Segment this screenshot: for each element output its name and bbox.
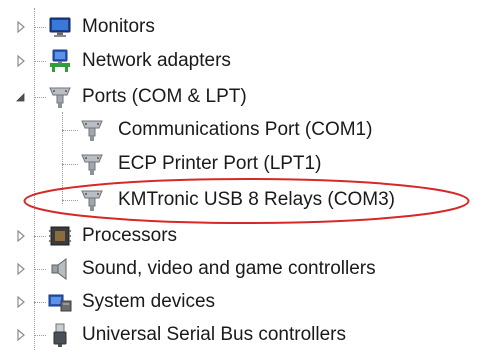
speaker-icon: [51, 258, 67, 280]
tree-item-label: Universal Serial Bus controllers: [82, 324, 346, 345]
system-devices-icon: [48, 294, 72, 312]
tree-item-label: ECP Printer Port (LPT1): [118, 153, 322, 174]
chevron-right-icon[interactable]: [15, 295, 27, 309]
chevron-right-icon[interactable]: [15, 229, 27, 243]
tree-item-label: Ports (COM & LPT): [82, 86, 247, 107]
tree-item-label: Network adapters: [82, 50, 231, 71]
tree-item-label: Communications Port (COM1): [118, 119, 373, 140]
port-connector-icon: [49, 87, 71, 108]
tree-connector-line: [62, 164, 78, 166]
tree-item-label: Processors: [82, 225, 178, 246]
tree-item-monitors[interactable]: Monitors: [0, 10, 220, 44]
device-manager-tree: Monitors Network adapters Ports (COM & L…: [0, 0, 481, 352]
tree-connector-line: [62, 200, 78, 202]
tree-item-system-devices[interactable]: System devices: [0, 285, 260, 319]
tree-item-usb-controllers[interactable]: Universal Serial Bus controllers: [0, 318, 460, 352]
tree-item-com1[interactable]: Communications Port (COM1): [0, 113, 440, 147]
chevron-down-icon[interactable]: [14, 90, 26, 104]
port-connector-icon: [81, 154, 103, 175]
tree-item-label: Sound, video and game controllers: [82, 258, 376, 279]
tree-item-label: System devices: [82, 291, 216, 312]
chevron-right-icon[interactable]: [15, 328, 27, 342]
chevron-right-icon[interactable]: [15, 20, 27, 34]
chevron-right-icon[interactable]: [15, 54, 27, 68]
tree-item-lpt1[interactable]: ECP Printer Port (LPT1): [0, 147, 400, 181]
network-adapter-icon: [50, 49, 70, 72]
chevron-right-icon[interactable]: [15, 262, 27, 276]
tree-connector-line: [34, 269, 46, 271]
tree-connector-line: [34, 27, 46, 29]
tree-item-ports[interactable]: Ports (COM & LPT): [0, 80, 300, 114]
tree-connector-line: [34, 61, 46, 63]
tree-item-label: KMTronic USB 8 Relays (COM3): [118, 189, 395, 210]
port-connector-icon: [81, 120, 103, 141]
processor-icon: [49, 226, 71, 246]
tree-item-kmtronic-relays[interactable]: KMTronic USB 8 Relays (COM3): [0, 183, 460, 217]
tree-connector-line: [34, 236, 46, 238]
tree-item-label: Monitors: [82, 16, 155, 37]
tree-item-processors[interactable]: Processors: [0, 219, 220, 253]
tree-item-sound-video-game[interactable]: Sound, video and game controllers: [0, 252, 460, 286]
tree-connector-line: [34, 97, 46, 99]
tree-connector-line: [34, 335, 46, 337]
tree-item-network-adapters[interactable]: Network adapters: [0, 44, 280, 78]
usb-plug-icon: [53, 323, 67, 347]
tree-connector-line: [34, 302, 46, 304]
tree-connector-line: [62, 130, 78, 132]
port-connector-icon: [81, 190, 103, 211]
monitor-icon: [49, 17, 71, 37]
